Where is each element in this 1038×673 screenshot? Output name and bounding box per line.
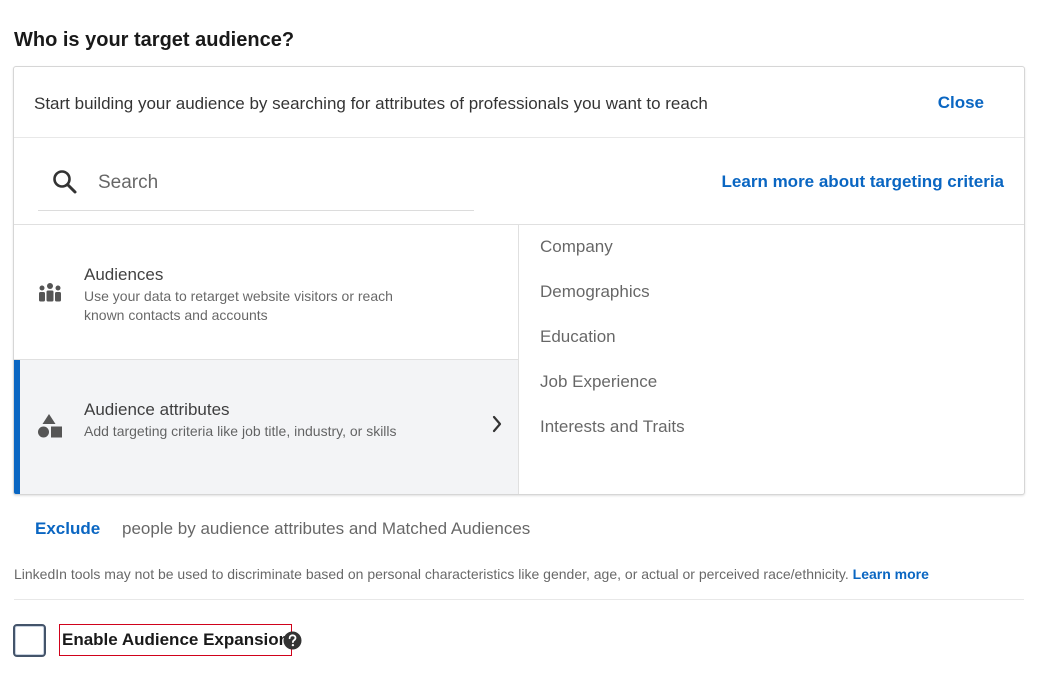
option-audience-attributes[interactable]: Audience attributes Add targeting criter… (14, 360, 518, 494)
option-description: Use your data to retarget website visito… (84, 288, 393, 323)
search-input[interactable] (98, 167, 458, 199)
category-company[interactable]: Company (540, 237, 613, 257)
help-icon[interactable] (283, 631, 302, 650)
page-title: Who is your target audience? (14, 29, 295, 51)
audience-type-list: Audiences Use your data to retarget webs… (14, 225, 519, 494)
panel-intro-text: Start building your audience by searchin… (34, 94, 708, 113)
learn-more-link[interactable]: Learn more (853, 566, 929, 582)
search-row: Learn more about targeting criteria (14, 139, 1024, 225)
audience-expansion-checkbox[interactable] (13, 624, 46, 657)
divider (14, 599, 1024, 600)
exclude-button[interactable]: Exclude (35, 519, 100, 538)
shapes-icon (38, 414, 62, 438)
option-title: Audience attributes (84, 400, 230, 419)
learn-more-targeting-link[interactable]: Learn more about targeting criteria (722, 172, 1004, 192)
audience-expansion-label[interactable]: Enable Audience Expansion (59, 624, 293, 656)
close-button[interactable]: Close (938, 93, 984, 113)
option-audiences[interactable]: Audiences Use your data to retarget webs… (14, 225, 518, 360)
discrimination-disclaimer: LinkedIn tools may not be used to discri… (14, 566, 929, 582)
exclude-row: Exclude people by audience attributes an… (35, 519, 530, 539)
disclaimer-text: LinkedIn tools may not be used to discri… (14, 566, 849, 582)
search-box[interactable] (38, 153, 474, 211)
category-job-experience[interactable]: Job Experience (540, 372, 657, 392)
category-interests-and-traits[interactable]: Interests and Traits (540, 417, 685, 437)
panel-header: Start building your audience by searchin… (14, 67, 1024, 138)
audience-panel: Start building your audience by searchin… (13, 66, 1025, 495)
chevron-right-icon (492, 415, 502, 433)
attribute-category-list: Company Demographics Education Job Exper… (520, 225, 1024, 494)
option-description: Add targeting criteria like job title, i… (84, 423, 397, 439)
option-title: Audiences (84, 265, 164, 284)
people-group-icon (39, 283, 61, 302)
category-demographics[interactable]: Demographics (540, 282, 650, 302)
category-education[interactable]: Education (540, 327, 616, 347)
exclude-description: people by audience attributes and Matche… (122, 519, 531, 538)
search-icon (53, 170, 77, 194)
